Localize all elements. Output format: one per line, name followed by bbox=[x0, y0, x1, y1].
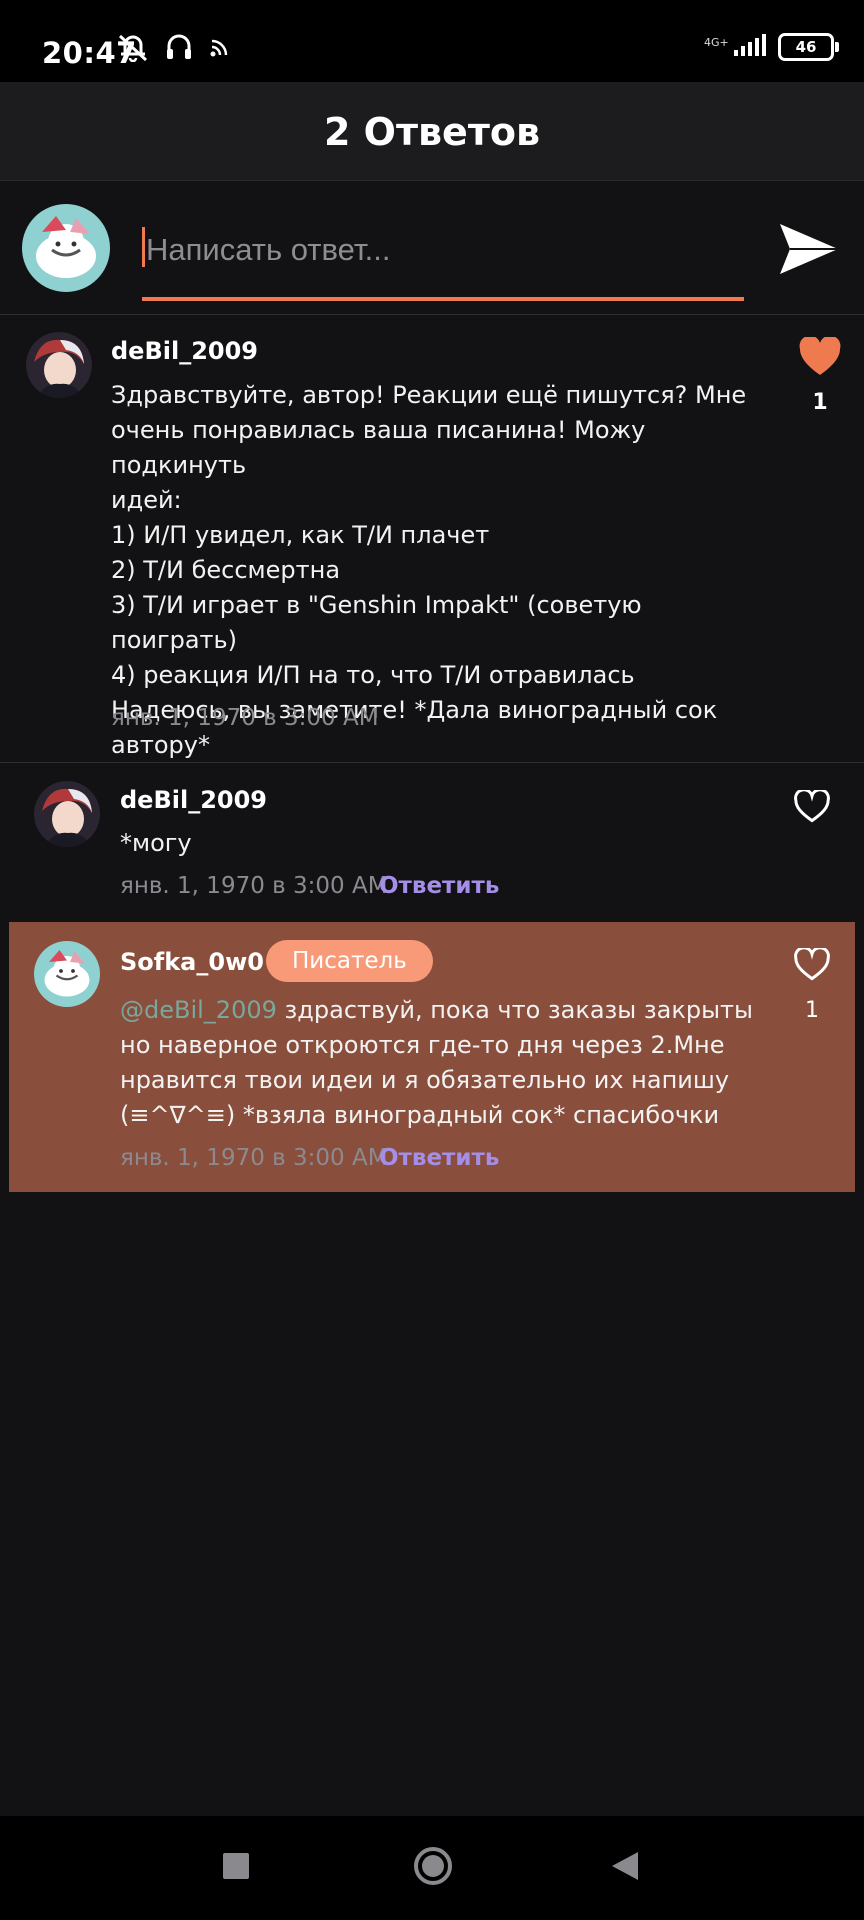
avatar[interactable] bbox=[26, 332, 92, 398]
like-button[interactable] bbox=[793, 788, 831, 824]
heart-outline-icon bbox=[794, 788, 830, 823]
signal-group: 4G+ bbox=[704, 32, 766, 62]
reply-username[interactable]: deBil_2009 bbox=[120, 786, 267, 814]
square-icon bbox=[223, 1853, 249, 1879]
status-icons-left bbox=[116, 32, 232, 62]
signal-icon bbox=[734, 34, 766, 56]
reply-text: *могу bbox=[120, 829, 192, 857]
send-button[interactable] bbox=[776, 216, 842, 282]
like-count: 1 bbox=[812, 390, 828, 415]
reply-input-wrapper bbox=[142, 219, 750, 301]
reply-username[interactable]: Sofka_0w0 bbox=[120, 948, 264, 976]
like-button[interactable] bbox=[798, 335, 842, 377]
current-user-avatar[interactable] bbox=[22, 204, 110, 292]
reply-input[interactable] bbox=[142, 219, 750, 281]
avatar[interactable] bbox=[34, 941, 100, 1007]
reply-text: @deBil_2009 здраствуй, пока что заказы з… bbox=[120, 993, 760, 1133]
status-bar: 20:47 4G+ 46 bbox=[0, 0, 864, 82]
reply-link[interactable]: Ответить bbox=[379, 873, 499, 899]
recents-button[interactable] bbox=[222, 1852, 250, 1880]
like-count: 1 bbox=[805, 998, 819, 1023]
text-cursor bbox=[142, 227, 145, 267]
send-icon bbox=[780, 224, 838, 274]
comment-timestamp: янв. 1, 1970 в 3:00 AM bbox=[111, 705, 379, 731]
cast-icon bbox=[210, 39, 228, 57]
heart-filled-icon bbox=[799, 335, 841, 375]
reply-timestamp: янв. 1, 1970 в 3:00 AM bbox=[120, 873, 388, 899]
home-button[interactable] bbox=[413, 1846, 453, 1886]
page-title: 2 Ответов bbox=[324, 110, 540, 154]
battery-level: 46 bbox=[795, 38, 817, 56]
battery-icon: 46 bbox=[778, 33, 839, 61]
reply-link[interactable]: Ответить bbox=[379, 1145, 499, 1171]
mention-link[interactable]: @deBil_2009 bbox=[120, 996, 277, 1024]
back-button[interactable] bbox=[610, 1850, 640, 1882]
circle-icon bbox=[414, 1847, 452, 1885]
like-button[interactable] bbox=[793, 946, 831, 982]
writer-badge: Писатель bbox=[266, 940, 433, 982]
avatar[interactable] bbox=[34, 781, 100, 847]
network-type: 4G+ bbox=[704, 36, 729, 49]
reply-timestamp: янв. 1, 1970 в 3:00 AM bbox=[120, 1145, 388, 1171]
heart-outline-icon bbox=[794, 946, 830, 981]
headphones-icon bbox=[167, 34, 191, 59]
status-icons-right: 4G+ 46 bbox=[704, 32, 839, 62]
system-nav-bar bbox=[0, 1816, 864, 1920]
comment-username[interactable]: deBil_2009 bbox=[111, 337, 258, 365]
muted-bell-icon bbox=[118, 34, 148, 62]
triangle-back-icon bbox=[612, 1852, 638, 1880]
header: 2 Ответов bbox=[0, 82, 864, 181]
